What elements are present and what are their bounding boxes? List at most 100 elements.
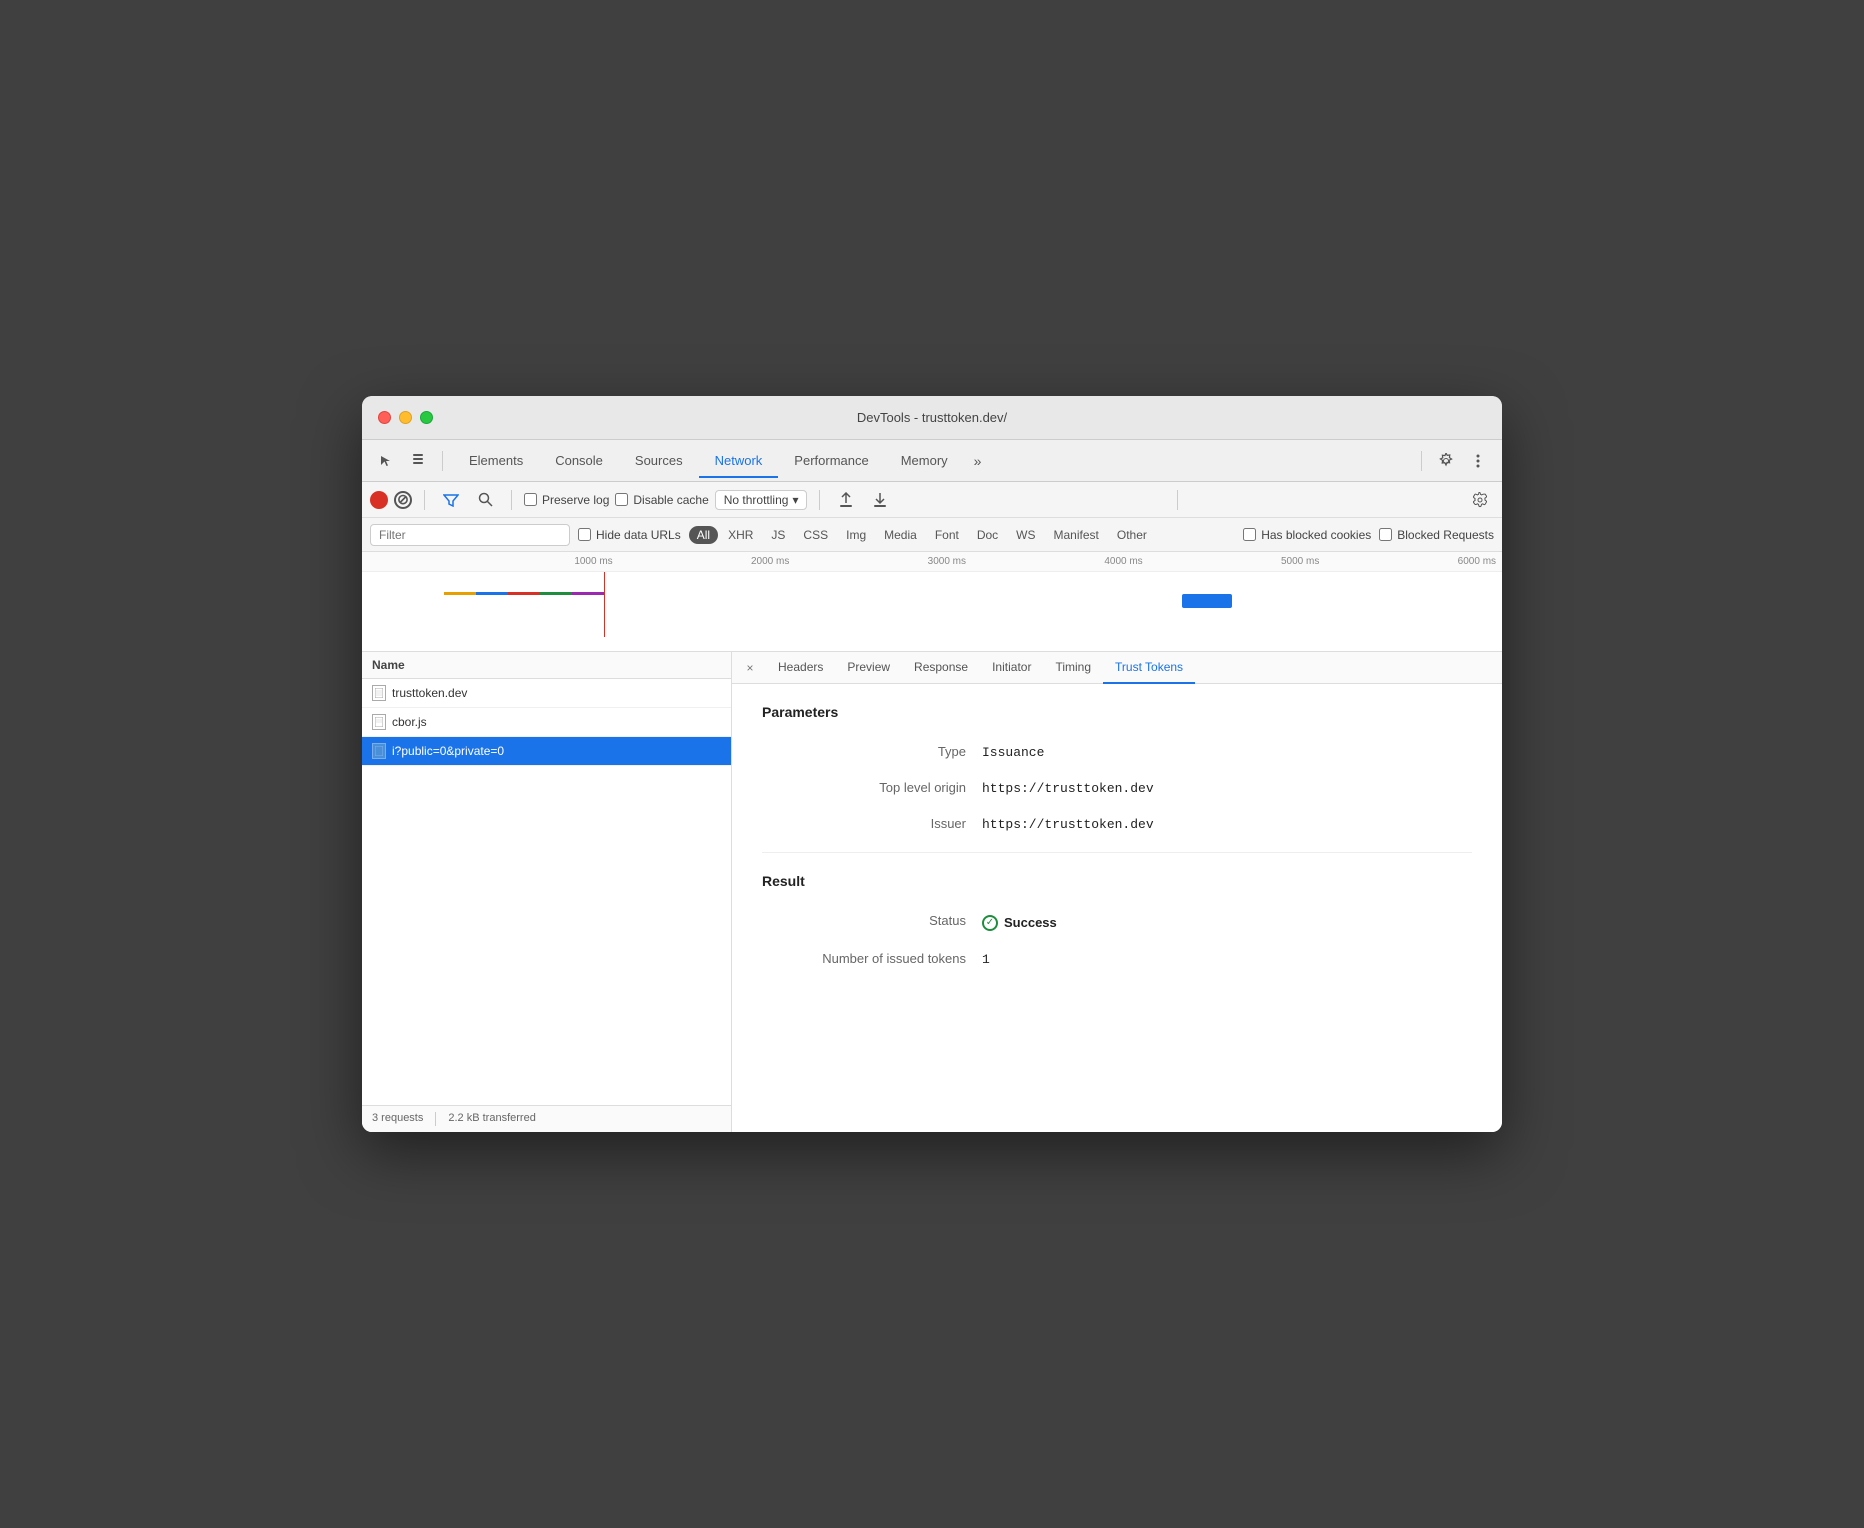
filter-type-css[interactable]: CSS — [795, 526, 836, 544]
minimize-button[interactable] — [399, 411, 412, 424]
type-label: Type — [762, 744, 982, 759]
filter-type-media[interactable]: Media — [876, 526, 925, 544]
window-title: DevTools - trusttoken.dev/ — [857, 410, 1007, 425]
tab-preview[interactable]: Preview — [835, 652, 902, 684]
timeline-tick-2: 2000 ms — [619, 556, 796, 567]
tab-response[interactable]: Response — [902, 652, 980, 684]
blocked-requests-checkbox[interactable]: Blocked Requests — [1379, 528, 1494, 542]
has-blocked-cookies-checkbox[interactable]: Has blocked cookies — [1243, 528, 1371, 542]
footer-transferred: 2.2 kB transferred — [448, 1112, 535, 1126]
issuer-row: Issuer https://trusttoken.dev — [762, 816, 1472, 832]
clear-button[interactable]: ⊘ — [394, 491, 412, 509]
timeline-header: 1000 ms 2000 ms 3000 ms 4000 ms 5000 ms … — [362, 552, 1502, 572]
record-button[interactable] — [370, 491, 388, 509]
request-list-header: Name — [362, 652, 731, 679]
result-section-title: Result — [762, 873, 1472, 889]
preserve-log-checkbox[interactable]: Preserve log — [524, 493, 609, 507]
file-icon-trusttoken — [372, 685, 386, 701]
timeline-tick-1: 1000 ms — [442, 556, 619, 567]
close-button[interactable] — [378, 411, 391, 424]
filter-type-manifest[interactable]: Manifest — [1046, 526, 1107, 544]
devtools-more-button[interactable] — [1464, 447, 1492, 475]
timeline-tick-4: 4000 ms — [972, 556, 1149, 567]
file-icon-selected — [372, 743, 386, 759]
filter-input[interactable] — [370, 524, 570, 546]
timeline-tick-6: 6000 ms — [1325, 556, 1502, 567]
search-button[interactable] — [471, 486, 499, 514]
close-panel-button[interactable]: × — [740, 658, 760, 678]
request-list-spacer — [362, 766, 731, 1105]
tokens-value: 1 — [982, 952, 990, 967]
devtools-settings-button[interactable] — [1432, 447, 1460, 475]
detail-tabs: × Headers Preview Response Initiator Tim… — [732, 652, 1502, 684]
filter-type-doc[interactable]: Doc — [969, 526, 1006, 544]
filter-type-js[interactable]: JS — [763, 526, 793, 544]
tab-trust-tokens[interactable]: Trust Tokens — [1103, 652, 1195, 684]
main-content: Name trusttoken.dev cbor.js i?public=0&p… — [362, 652, 1502, 1132]
traffic-lights — [378, 411, 433, 424]
request-item-trusttoken[interactable]: trusttoken.dev — [362, 679, 731, 708]
tab-overflow[interactable]: » — [964, 445, 992, 477]
filter-type-xhr[interactable]: XHR — [720, 526, 761, 544]
tab-performance[interactable]: Performance — [778, 445, 884, 478]
detail-content: Parameters Type Issuance Top level origi… — [732, 684, 1502, 1132]
throttle-select[interactable]: No throttling ▾ — [715, 490, 808, 510]
cursor-icon[interactable] — [372, 447, 400, 475]
tab-sources[interactable]: Sources — [619, 445, 699, 478]
request-list: Name trusttoken.dev cbor.js i?public=0&p… — [362, 652, 732, 1132]
layers-icon[interactable] — [404, 447, 432, 475]
section-divider — [762, 852, 1472, 853]
type-row: Type Issuance — [762, 744, 1472, 760]
timeline-area: 1000 ms 2000 ms 3000 ms 4000 ms 5000 ms … — [362, 552, 1502, 652]
tab-network[interactable]: Network — [699, 445, 779, 478]
issuer-value: https://trusttoken.dev — [982, 817, 1154, 832]
filter-type-ws[interactable]: WS — [1008, 526, 1043, 544]
success-icon: ✓ — [982, 915, 998, 931]
tab-console[interactable]: Console — [539, 445, 619, 478]
filter-icon[interactable] — [437, 486, 465, 514]
maximize-button[interactable] — [420, 411, 433, 424]
timeline-tick-5: 5000 ms — [1149, 556, 1326, 567]
chevron-down-icon: ▾ — [792, 493, 798, 507]
type-value: Issuance — [982, 745, 1044, 760]
devtools-window: DevTools - trusttoken.dev/ Elements Cons… — [362, 396, 1502, 1132]
filter-type-other[interactable]: Other — [1109, 526, 1155, 544]
request-list-footer: 3 requests 2.2 kB transferred — [362, 1105, 731, 1132]
network-divider-3 — [819, 490, 820, 510]
tab-elements[interactable]: Elements — [453, 445, 539, 478]
upload-button[interactable] — [832, 486, 860, 514]
timeline-chart — [362, 572, 1502, 637]
status-row: Status ✓ Success — [762, 913, 1472, 931]
tab-timing[interactable]: Timing — [1043, 652, 1103, 684]
network-settings-button[interactable] — [1466, 486, 1494, 514]
tab-headers[interactable]: Headers — [766, 652, 835, 684]
timeline-blue-block — [1182, 594, 1232, 608]
network-divider-4 — [1177, 490, 1178, 510]
filter-type-img[interactable]: Img — [838, 526, 874, 544]
status-value: Success — [1004, 915, 1057, 930]
top-level-origin-value: https://trusttoken.dev — [982, 781, 1154, 796]
filter-type-all[interactable]: All — [689, 526, 718, 544]
filter-bar: Hide data URLs All XHR JS CSS Img Media … — [362, 518, 1502, 552]
status-value-container: ✓ Success — [982, 915, 1057, 931]
tokens-label: Number of issued tokens — [762, 951, 982, 966]
filter-type-font[interactable]: Font — [927, 526, 967, 544]
tokens-row: Number of issued tokens 1 — [762, 951, 1472, 967]
issuer-label: Issuer — [762, 816, 982, 831]
network-toolbar: ⊘ Preserve log Disable cache No throttli… — [362, 482, 1502, 518]
download-button[interactable] — [866, 486, 894, 514]
disable-cache-checkbox[interactable]: Disable cache — [615, 493, 708, 507]
footer-requests: 3 requests — [372, 1112, 423, 1126]
request-item-selected[interactable]: i?public=0&private=0 — [362, 737, 731, 766]
timeline-tick-3: 3000 ms — [795, 556, 972, 567]
tab-initiator[interactable]: Initiator — [980, 652, 1043, 684]
title-bar: DevTools - trusttoken.dev/ — [362, 396, 1502, 440]
toolbar-divider-1 — [442, 451, 443, 471]
top-level-origin-label: Top level origin — [762, 780, 982, 795]
parameters-section-title: Parameters — [762, 704, 1472, 720]
request-item-cbor[interactable]: cbor.js — [362, 708, 731, 737]
main-toolbar: Elements Console Sources Network Perform… — [362, 440, 1502, 482]
tab-bar: Elements Console Sources Network Perform… — [453, 445, 1411, 477]
hide-data-urls-checkbox[interactable]: Hide data URLs — [578, 528, 681, 542]
tab-memory[interactable]: Memory — [885, 445, 964, 478]
